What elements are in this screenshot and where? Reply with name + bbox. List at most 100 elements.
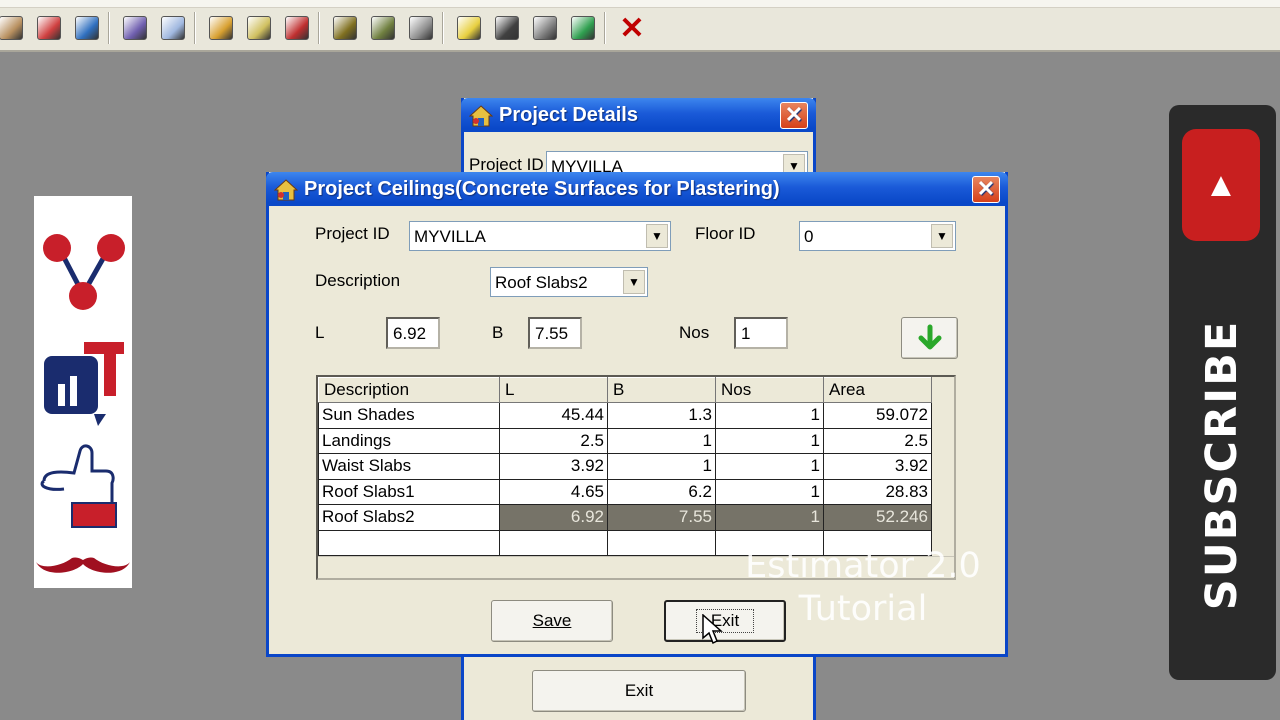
box-icon	[333, 16, 357, 40]
chevron-down-icon[interactable]: ▼	[931, 224, 953, 248]
books-icon	[123, 16, 147, 40]
table-cell[interactable]	[499, 529, 608, 556]
project-id-combo[interactable]: MYVILLA ▼	[409, 221, 671, 251]
nos-input[interactable]: 1	[734, 317, 788, 349]
toolbar-button[interactable]	[280, 10, 314, 46]
camera-icon	[495, 16, 519, 40]
table-cell[interactable]: Sun Shades	[318, 402, 500, 429]
table-cell[interactable]: Landings	[318, 427, 500, 454]
project-details-close-button[interactable]: ✕	[780, 102, 808, 129]
close-icon[interactable]: ✕	[614, 10, 650, 46]
table-cell[interactable]: 1.3	[607, 402, 716, 429]
toolbar-button[interactable]	[242, 10, 276, 46]
toolbar: ✕	[0, 0, 1280, 52]
table-row[interactable]: Waist Slabs 3.92 1 1 3.92	[318, 453, 932, 480]
table-cell[interactable]: 6.2	[607, 478, 716, 505]
toolbar-top-edge	[0, 0, 1280, 8]
table-cell[interactable]: 1	[715, 478, 824, 505]
table-cell[interactable]: Roof Slabs1	[318, 478, 500, 505]
description-combo[interactable]: Roof Slabs2 ▼	[490, 267, 648, 297]
column-header[interactable]: Nos	[715, 377, 824, 403]
thumbs-up-icon	[40, 444, 117, 528]
notepad-icon	[161, 16, 185, 40]
search-document-icon	[247, 16, 271, 40]
save-button[interactable]: Save	[491, 600, 613, 642]
weights-icon	[409, 16, 433, 40]
toolbar-button[interactable]	[156, 10, 190, 46]
toolbar-button[interactable]	[366, 10, 400, 46]
table-cell[interactable]: 1	[715, 427, 824, 454]
column-header[interactable]: Description	[318, 377, 500, 403]
project-ceilings-titlebar: Project Ceilings(Concrete Surfaces for P…	[266, 172, 1008, 206]
arrow-down-icon	[918, 324, 941, 350]
toolbar-button[interactable]	[328, 10, 362, 46]
toolbar-button[interactable]	[528, 10, 562, 46]
table-cell[interactable]: 4.65	[499, 478, 608, 505]
toolbar-button[interactable]	[452, 10, 486, 46]
edit-document-icon	[75, 16, 99, 40]
brush-icon	[371, 16, 395, 40]
description-value: Roof Slabs2	[495, 273, 588, 292]
column-header[interactable]: B	[607, 377, 716, 403]
house-icon	[274, 179, 298, 201]
mouse-cursor-icon	[702, 614, 723, 645]
table-cell[interactable]: Roof Slabs2	[318, 504, 500, 531]
table-cell[interactable]: 6.92	[499, 504, 608, 531]
l-label: L	[315, 323, 325, 342]
table-cell[interactable]: 1	[607, 427, 716, 454]
table-cell[interactable]: 52.246	[823, 504, 932, 531]
table-cell[interactable]: 1	[715, 453, 824, 480]
table-cell[interactable]: 1	[715, 402, 824, 429]
table-row[interactable]: Sun Shades 45.44 1.3 1 59.072	[318, 402, 932, 429]
l-input[interactable]: 6.92	[386, 317, 440, 349]
toolbar-button[interactable]	[32, 10, 66, 46]
table-cell[interactable]: 1	[715, 504, 824, 531]
column-header[interactable]: Area	[823, 377, 932, 403]
globe-icon	[571, 16, 595, 40]
toolbar-button[interactable]	[490, 10, 524, 46]
chevron-down-icon[interactable]: ▼	[646, 224, 668, 248]
subscribe-panel[interactable]: ▲ SUBSCRIBE	[1169, 105, 1276, 680]
project-id-value: MYVILLA	[414, 227, 486, 246]
column-header[interactable]: L	[499, 377, 608, 403]
table-cell[interactable]: 1	[607, 453, 716, 480]
project-ceilings-close-button[interactable]: ✕	[972, 176, 1000, 203]
table-row[interactable]: Landings 2.5 1 1 2.5	[318, 427, 932, 454]
tutorial-watermark: Estimator 2.0 Tutorial	[740, 545, 986, 631]
table-cell[interactable]: 45.44	[499, 402, 608, 429]
chevron-down-icon[interactable]: ▼	[623, 270, 645, 294]
toolbar-button[interactable]	[566, 10, 600, 46]
b-input[interactable]: 7.55	[528, 317, 582, 349]
toolbar-button[interactable]	[204, 10, 238, 46]
play-icon[interactable]: ▲	[1182, 129, 1260, 241]
toolbar-button[interactable]	[404, 10, 438, 46]
table-cell[interactable]: 28.83	[823, 478, 932, 505]
table-cell[interactable]: 3.92	[823, 453, 932, 480]
table-row[interactable]: Roof Slabs2 6.92 7.55 1 52.246	[318, 504, 932, 531]
lightbulb-icon	[457, 16, 481, 40]
channel-logo-card	[34, 196, 132, 588]
table-cell[interactable]	[607, 529, 716, 556]
project-details-exit-button[interactable]: Exit	[532, 670, 746, 712]
table-cell[interactable]: 2.5	[823, 427, 932, 454]
table-cell[interactable]: 2.5	[499, 427, 608, 454]
notebook-icon	[209, 16, 233, 40]
b-label: B	[492, 323, 504, 342]
table-cell[interactable]	[318, 529, 500, 556]
floor-id-value: 0	[804, 227, 814, 246]
table-cell[interactable]: 59.072	[823, 402, 932, 429]
toolbar-separator	[604, 12, 606, 44]
add-row-button[interactable]	[901, 317, 958, 359]
toolbar-button[interactable]	[70, 10, 104, 46]
package-icon	[37, 16, 61, 40]
table-row[interactable]: Roof Slabs1 4.65 6.2 1 28.83	[318, 478, 932, 505]
subscribe-label[interactable]: SUBSCRIBE	[1197, 320, 1247, 610]
toolbar-button[interactable]	[118, 10, 152, 46]
table-cell[interactable]: 7.55	[607, 504, 716, 531]
table-cell[interactable]: 3.92	[499, 453, 608, 480]
table-cell[interactable]: Waist Slabs	[318, 453, 500, 480]
toolbar-button[interactable]	[0, 10, 28, 46]
floor-id-combo[interactable]: 0 ▼	[799, 221, 956, 251]
stack-icon	[533, 16, 557, 40]
toolbar-separator	[108, 12, 110, 44]
